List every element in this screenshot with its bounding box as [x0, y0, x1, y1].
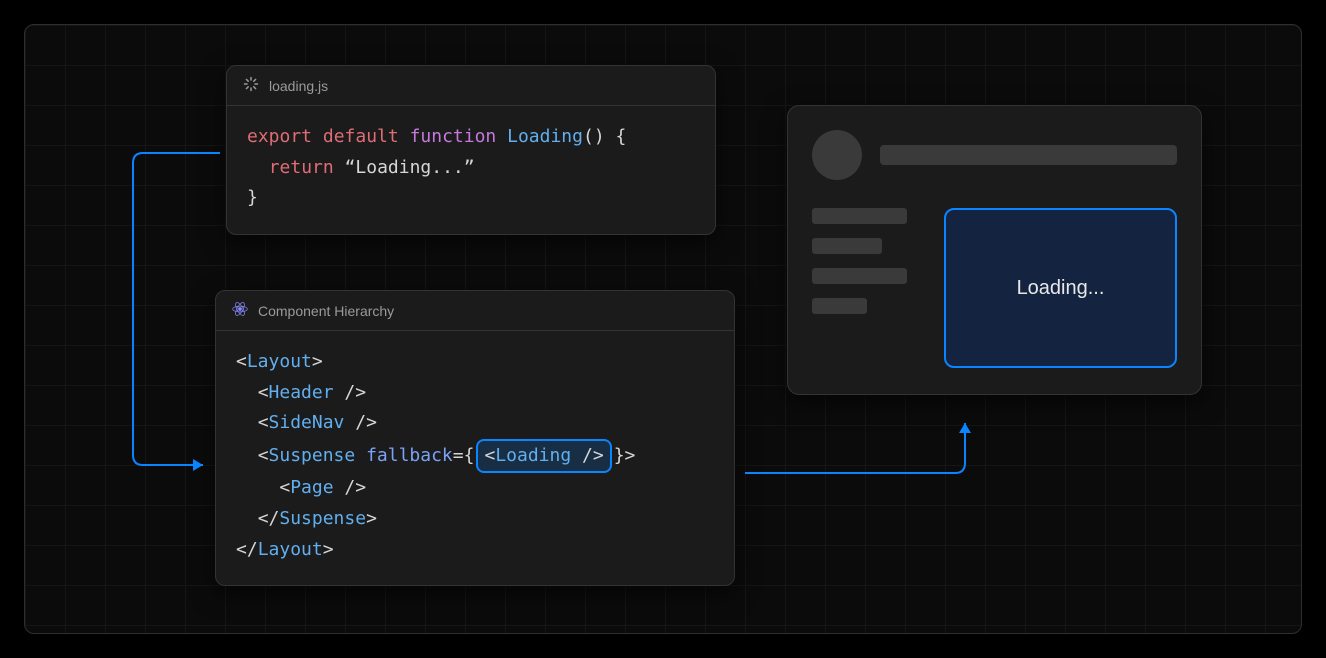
- sidebar-skeleton: [812, 208, 922, 368]
- sidebar-line-skeleton: [812, 298, 867, 314]
- browser-mock-header-skeleton: [812, 130, 1177, 180]
- diagram-canvas: loading.js export default function Loadi…: [24, 24, 1302, 634]
- titlebar-skeleton: [880, 145, 1177, 165]
- keyword-default: default: [323, 126, 399, 147]
- function-name: Loading: [507, 126, 583, 147]
- brace-close: }: [247, 187, 258, 208]
- tag-header: Header: [269, 382, 334, 403]
- brace-open: {: [605, 126, 627, 147]
- panel-header: loading.js: [227, 66, 715, 106]
- loading-text: Loading...: [1017, 277, 1105, 300]
- keyword-function: function: [410, 126, 497, 147]
- tag-suspense-open: Suspense: [269, 445, 356, 466]
- panel-code-body: export default function Loading() { retu…: [227, 106, 715, 234]
- code-panel-hierarchy: Component Hierarchy <Layout> <Header /> …: [215, 290, 735, 586]
- keyword-export: export: [247, 126, 312, 147]
- panel-title: Component Hierarchy: [258, 303, 394, 319]
- tag-loading: Loading: [495, 445, 571, 466]
- parens: (): [583, 126, 605, 147]
- attr-fallback: fallback: [366, 445, 453, 466]
- panel-code-body: <Layout> <Header /> <SideNav /> <Suspens…: [216, 331, 734, 585]
- tag-suspense-close: Suspense: [279, 508, 366, 529]
- string-literal: “Loading...”: [345, 157, 475, 178]
- avatar-skeleton: [812, 130, 862, 180]
- tag-page: Page: [290, 477, 333, 498]
- loading-area-highlight: Loading...: [944, 208, 1177, 368]
- code-panel-loading: loading.js export default function Loadi…: [226, 65, 716, 235]
- browser-mock: Loading...: [787, 105, 1202, 395]
- sidebar-line-skeleton: [812, 238, 882, 254]
- react-icon: [232, 301, 248, 320]
- panel-header: Component Hierarchy: [216, 291, 734, 331]
- panel-title: loading.js: [269, 78, 328, 94]
- sidebar-line-skeleton: [812, 208, 907, 224]
- sidebar-line-skeleton: [812, 268, 907, 284]
- tag-layout-close: Layout: [258, 539, 323, 560]
- fallback-highlight: <Loading />: [476, 439, 611, 474]
- tag-sidenav: SideNav: [269, 412, 345, 433]
- keyword-return: return: [269, 157, 334, 178]
- loading-spinner-icon: [243, 76, 259, 95]
- tag-layout-open: Layout: [247, 351, 312, 372]
